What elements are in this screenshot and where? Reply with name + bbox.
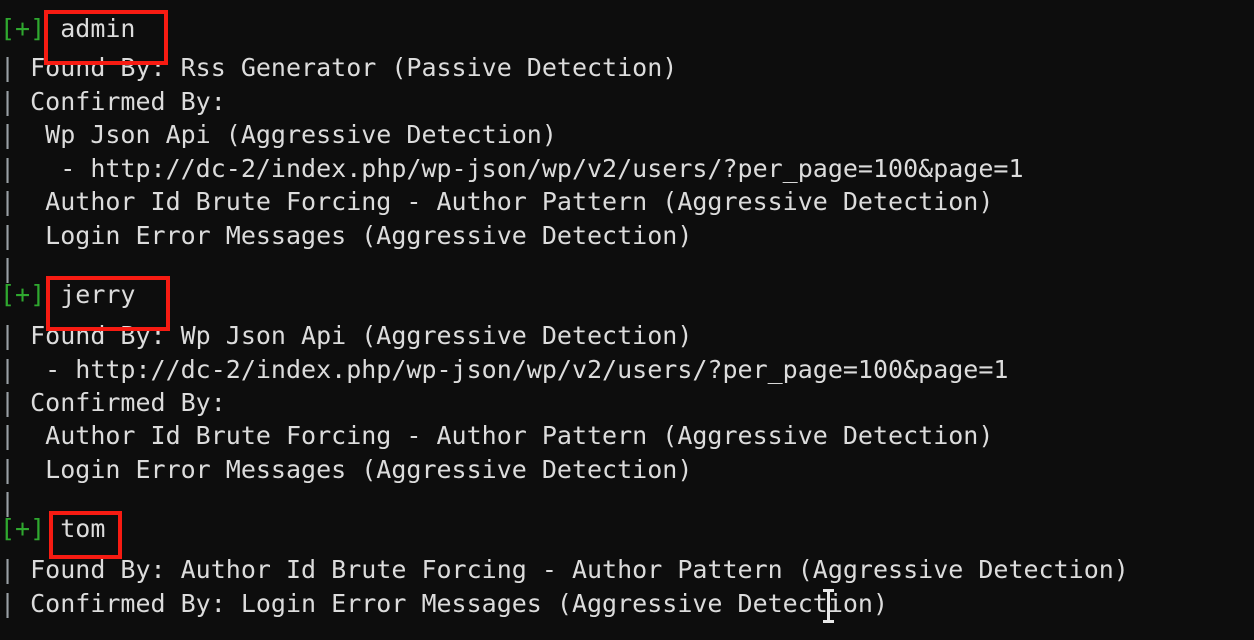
- detail-text: Confirmed By: Login Error Messages (Aggr…: [15, 589, 889, 618]
- tree-pipe-icon: |: [0, 221, 16, 250]
- username-admin: admin: [60, 14, 136, 43]
- detail-text: Author Id Brute Forcing - Author Pattern…: [15, 421, 994, 450]
- tree-pipe-icon: |: [0, 455, 16, 484]
- detail-text: Found By: Wp Json Api (Aggressive Detect…: [15, 321, 693, 350]
- tree-pipe-icon: |: [0, 87, 16, 116]
- detail-line: | Login Error Messages (Aggressive Detec…: [0, 219, 692, 253]
- tree-pipe-icon: |: [0, 120, 16, 149]
- tree-pipe-icon: |: [0, 555, 16, 584]
- detail-text: Confirmed By:: [15, 87, 226, 116]
- detail-line: | Found By: Rss Generator (Passive Detec…: [0, 51, 677, 85]
- username-jerry: jerry: [60, 280, 136, 309]
- tree-pipe-icon: |: [0, 321, 16, 350]
- detail-line: | Found By: Wp Json Api (Aggressive Dete…: [0, 319, 692, 353]
- detail-line: | Confirmed By:: [0, 386, 226, 420]
- detail-line: | Wp Json Api (Aggressive Detection): [0, 118, 557, 152]
- user-entry-admin: [+] admin: [0, 12, 135, 46]
- username-tom: tom: [60, 514, 106, 543]
- user-entry-jerry: [+] jerry: [0, 278, 135, 312]
- detail-line: | Confirmed By:: [0, 85, 226, 119]
- tree-pipe-icon: |: [0, 421, 16, 450]
- detail-text: Found By: Author Id Brute Forcing - Auth…: [15, 555, 1129, 584]
- detail-line-url: | - http://dc-2/index.php/wp-json/wp/v2/…: [0, 353, 1008, 387]
- detail-text: Confirmed By:: [15, 388, 226, 417]
- detail-line: | Confirmed By: Login Error Messages (Ag…: [0, 587, 888, 621]
- found-marker-icon: [+]: [0, 14, 46, 43]
- detail-text: Found By: Rss Generator (Passive Detecti…: [15, 53, 678, 82]
- tree-pipe-icon: |: [0, 187, 16, 216]
- found-marker-icon: [+]: [0, 280, 46, 309]
- detail-line: | Found By: Author Id Brute Forcing - Au…: [0, 553, 1129, 587]
- user-entry-tom: [+] tom: [0, 512, 105, 546]
- detail-text: Author Id Brute Forcing - Author Pattern…: [15, 187, 994, 216]
- tree-pipe-icon: |: [0, 388, 16, 417]
- detail-text: Wp Json Api (Aggressive Detection): [15, 120, 557, 149]
- detail-line: | Author Id Brute Forcing - Author Patte…: [0, 419, 993, 453]
- detail-line-url: | - http://dc-2/index.php/wp-json/wp/v2/…: [0, 152, 1024, 186]
- terminal-output: [+] admin | Found By: Rss Generator (Pas…: [0, 0, 1254, 640]
- detail-text: Login Error Messages (Aggressive Detecti…: [15, 455, 693, 484]
- detail-text: - http://dc-2/index.php/wp-json/wp/v2/us…: [15, 355, 1009, 384]
- tree-pipe-icon: |: [0, 589, 16, 618]
- tree-pipe-icon: |: [0, 53, 16, 82]
- tree-pipe-icon: |: [0, 355, 16, 384]
- tree-pipe-icon: |: [0, 154, 16, 183]
- detail-line: | Author Id Brute Forcing - Author Patte…: [0, 185, 993, 219]
- detail-text: - http://dc-2/index.php/wp-json/wp/v2/us…: [15, 154, 1024, 183]
- found-marker-icon: [+]: [0, 514, 46, 543]
- detail-line: | Login Error Messages (Aggressive Detec…: [0, 453, 692, 487]
- detail-text: Login Error Messages (Aggressive Detecti…: [15, 221, 693, 250]
